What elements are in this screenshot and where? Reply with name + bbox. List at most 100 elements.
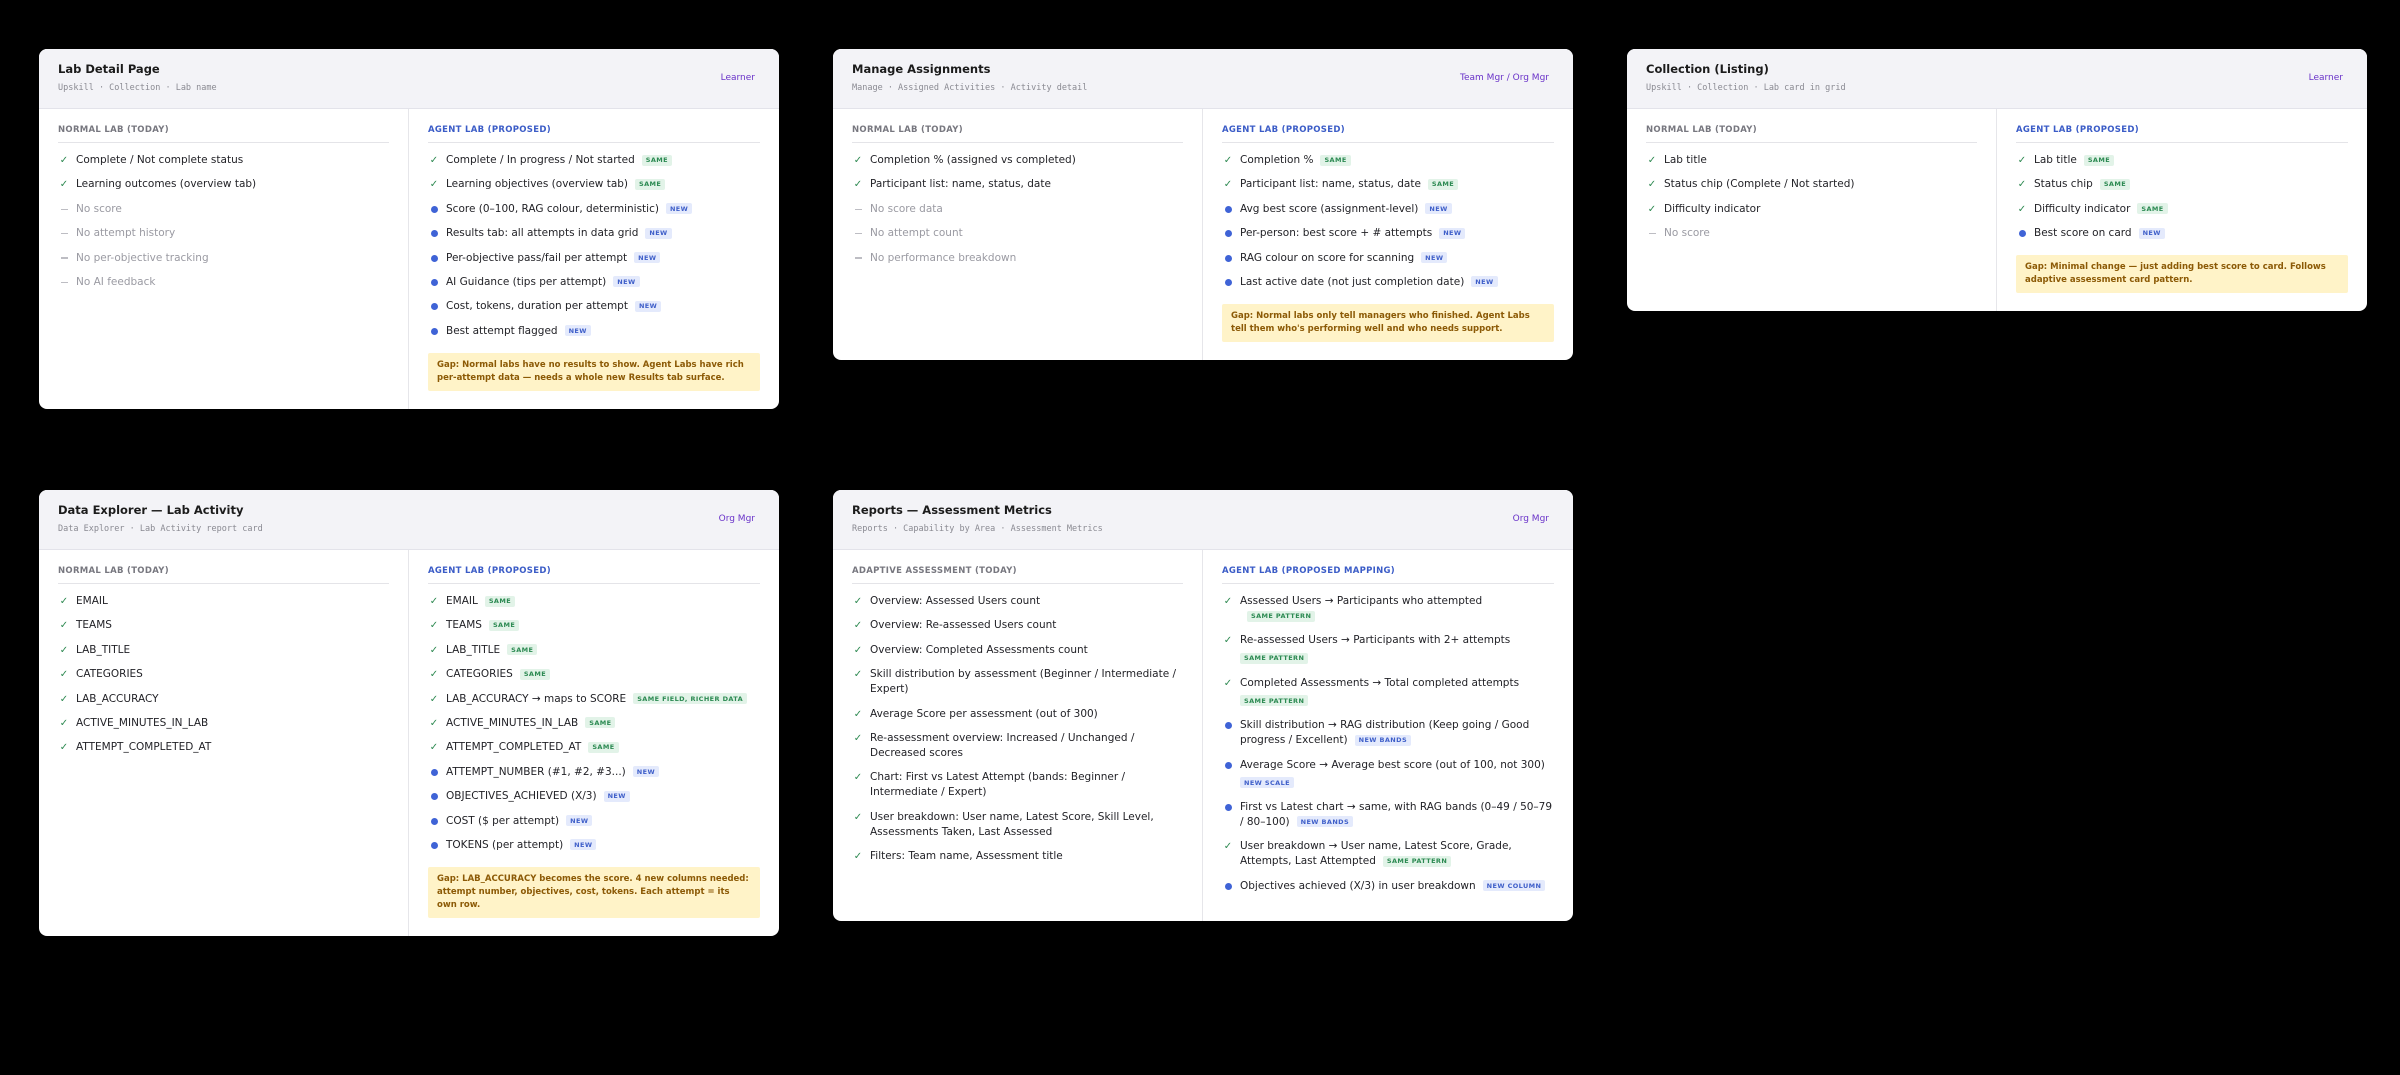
item-label: TOKENS (per attempt) [446, 838, 564, 851]
item-label: EMAIL [76, 595, 108, 607]
new-dot-icon [1222, 879, 1234, 894]
new-badge: NEW [665, 203, 693, 215]
feature-list: ✓ Complete / In progress / Not started SAM… [428, 153, 760, 339]
item-label: ACTIVE_MINUTES_IN_LAB [446, 716, 579, 729]
check-icon: ✓ [59, 669, 69, 681]
new-badge: NEW SCALE [1240, 777, 1294, 789]
current-column: NORMAL LAB (TODAY) ✓ Complete / Not comple… [39, 109, 409, 409]
gap-note: Gap: Normal labs have no results to show… [428, 352, 760, 391]
item-label: Cost, tokens, duration per attempt [446, 300, 628, 313]
item-label: No attempt history [76, 227, 176, 240]
list-item: ✓ Completion % SAME [1222, 153, 1554, 168]
dash-icon [852, 251, 864, 266]
list-item: No score data [852, 202, 1183, 217]
list-item: ✓ Complete / In progress / Not started SAM… [428, 153, 760, 168]
same-badge: SAME [588, 741, 619, 753]
item-label: Complete / Not complete status [76, 154, 244, 166]
new-dot-icon [2016, 226, 2028, 241]
same-badge: SAME FIELD, RICHER DATA [633, 693, 748, 705]
new-dot-icon [1222, 202, 1234, 217]
current-column: NORMAL LAB (TODAY) ✓ Lab title ✓ Status chip… [1627, 109, 1997, 312]
list-item: Per-objective pass/fail per attempt NEW [428, 251, 760, 266]
list-item: ✓ ATTEMPT_COMPLETED_AT [58, 740, 389, 755]
dash-icon [58, 202, 70, 217]
list-item: ✓ Assessed Users → Participants who attem… [1222, 594, 1554, 624]
new-dot-icon [428, 299, 440, 314]
list-item: ✓ CATEGORIES [58, 667, 389, 682]
list-item: ✓ EMAIL [58, 594, 389, 609]
new-dot-icon [1222, 800, 1234, 815]
item-label: Participant list: name, status, date [870, 178, 1051, 191]
new-badge: NEW BANDS [1354, 734, 1412, 746]
list-item: ✓ Skill distribution by assessment (Begin… [852, 667, 1183, 697]
check-icon: ✓ [853, 708, 863, 720]
check-icon: ✓ [429, 717, 439, 729]
check-icon: ✓ [1223, 155, 1233, 166]
item-label: Last active date (not just completion da… [1240, 275, 1465, 288]
same-badge: SAME [484, 595, 516, 607]
check-icon: ✓ [59, 596, 69, 607]
same-badge: SAME [2099, 178, 2131, 190]
new-dot-icon [428, 324, 440, 339]
new-badge: NEW BANDS [1296, 816, 1354, 828]
item-label: No score [76, 202, 122, 215]
list-item: ✓ Lab title [1646, 153, 1977, 168]
check-icon: ✓ [853, 155, 863, 166]
new-badge: NEW [645, 227, 672, 239]
list-item: ✓ Status chip SAME [2016, 177, 2348, 192]
same-badge: SAME [2083, 154, 2115, 166]
column-heading: AGENT LAB (PROPOSED) [428, 125, 760, 143]
list-item: ✓ Difficulty indicator [1646, 202, 1977, 217]
item-label: Completion % (assigned vs completed) [870, 154, 1076, 166]
new-dot-icon [1222, 226, 1234, 241]
breadcrumb: Data Explorer · Lab Activity report card [58, 524, 263, 534]
check-icon: ✓ [1647, 203, 1657, 215]
same-badge: SAME [519, 668, 551, 680]
role-label: Learner [720, 73, 755, 83]
feature-list: ✓ Overview: Assessed Users count ✓ Overview… [852, 594, 1183, 864]
card-body: ADAPTIVE ASSESSMENT (TODAY) ✓ Overview: As… [833, 550, 1573, 922]
list-item: Per-person: best score + # attempts NEW [1222, 226, 1554, 241]
check-icon: ✓ [853, 596, 863, 607]
check-icon: ✓ [429, 644, 439, 656]
check-icon: ✓ [59, 644, 69, 656]
list-item: ✓ Learning objectives (overview tab) SAME [428, 177, 760, 192]
check-icon: ✓ [1647, 179, 1657, 191]
check-icon: ✓ [2017, 155, 2027, 166]
item-label: Completed Assessments → Total completed … [1240, 676, 1520, 689]
check-icon: ✓ [429, 669, 439, 681]
feature-list: ✓ Completion % (assigned vs completed) ✓ Pa… [852, 153, 1183, 266]
item-label: Overview: Assessed Users count [870, 595, 1041, 607]
new-dot-icon [1222, 758, 1234, 773]
column-heading: AGENT LAB (PROPOSED MAPPING) [1222, 566, 1554, 584]
feature-list: ✓ Lab title ✓ Status chip (Complete / Not s… [1646, 153, 1977, 241]
same-badge: SAME [635, 178, 666, 190]
check-icon: ✓ [59, 155, 69, 166]
list-item: AI Guidance (tips per attempt) NEW [428, 275, 760, 290]
check-icon: ✓ [59, 742, 69, 754]
list-item: ✓ TEAMS [58, 618, 389, 633]
item-label: Status chip (Complete / Not started) [1664, 178, 1855, 191]
item-label: LAB_TITLE [446, 643, 501, 656]
column-heading: NORMAL LAB (TODAY) [58, 566, 389, 584]
dash-icon [852, 226, 864, 241]
item-label: OBJECTIVES_ACHIEVED (X/3) [446, 790, 597, 803]
item-label: EMAIL [446, 595, 478, 607]
list-item: ✓ User breakdown: User name, Latest Score… [852, 810, 1183, 840]
list-item: ✓ User breakdown → User name, Latest Scor… [1222, 839, 1554, 869]
list-item: ✓ LAB_ACCURACY [58, 692, 389, 707]
item-label: Best attempt flagged [446, 324, 558, 337]
item-label: Re-assessment overview: Increased / Unch… [870, 731, 1135, 759]
list-item: No score [58, 202, 389, 217]
item-label: ACTIVE_MINUTES_IN_LAB [76, 716, 209, 729]
same-badge: SAME PATTERN [1240, 695, 1309, 707]
check-icon: ✓ [429, 155, 439, 166]
item-label: Complete / In progress / Not started [446, 154, 635, 166]
breadcrumb: Manage · Assigned Activities · Activity … [852, 83, 1088, 93]
new-badge: NEW [1425, 203, 1452, 215]
new-dot-icon [428, 765, 440, 780]
same-badge: SAME PATTERN [1247, 610, 1316, 622]
new-dot-icon [428, 789, 440, 804]
check-icon: ✓ [2017, 179, 2027, 191]
item-label: CATEGORIES [76, 668, 143, 681]
